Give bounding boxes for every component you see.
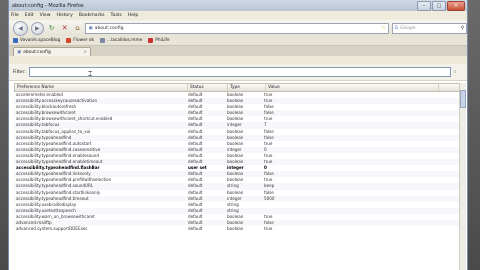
navigation-toolbar: ◀ ▶ ↻ ✕ ⌂ ▣ about:config ☆ G Google ⚲: [9, 20, 467, 36]
table-header: Preference Name Status Type Value: [14, 83, 466, 92]
menu-tools[interactable]: Tools: [111, 13, 122, 18]
browser-window: about:config - Mozilla Firefox – □ ✕ Fil…: [8, 0, 468, 270]
page-favicon-icon: ▣: [88, 25, 93, 31]
menu-edit[interactable]: Edit: [25, 13, 34, 18]
header-type[interactable]: Type: [228, 84, 266, 91]
bookmark-item[interactable]: PhiLife: [148, 38, 170, 43]
maximize-button[interactable]: □: [432, 0, 446, 11]
bookmark-label: ...lacalidos.mme: [107, 38, 143, 43]
header-preference-name[interactable]: Preference Name: [15, 84, 188, 91]
tab-strip: ▣ about:config ×: [9, 46, 467, 56]
bookmark-favicon-icon: [100, 38, 105, 43]
bookmark-favicon-icon: [66, 38, 72, 43]
minimize-button[interactable]: –: [417, 0, 431, 11]
pref-status-cell: default: [188, 226, 203, 232]
google-icon: G: [394, 25, 399, 31]
table-body: accelerometer.enabled default boolean true a…: [14, 92, 466, 232]
scrollbar-thumb[interactable]: [460, 90, 466, 108]
menu-help[interactable]: Help: [128, 13, 138, 18]
bookmark-item[interactable]: Flower ok: [66, 38, 94, 43]
bookmark-favicon-icon: [13, 38, 18, 43]
mouse-cursor-icon: ⌶: [88, 70, 93, 78]
pref-value-cell: true: [264, 226, 273, 232]
pref-type-cell: boolean: [227, 226, 244, 232]
address-text: about:config: [94, 25, 124, 31]
tab-favicon-icon: ▣: [17, 49, 22, 55]
title-bar: about:config - Mozilla Firefox – □ ✕: [9, 0, 467, 11]
back-button[interactable]: ◀: [13, 20, 28, 36]
bookmark-label: Vovanik.spaceBlog: [20, 38, 61, 43]
window-controls: – □ ✕: [417, 0, 465, 11]
menu-file[interactable]: File: [11, 13, 19, 18]
reload-icon[interactable]: ↻: [47, 23, 57, 33]
header-value[interactable]: Value: [266, 84, 439, 91]
desktop-background-right: [466, 0, 480, 270]
bookmark-favicon-icon: [148, 38, 154, 43]
preferences-table: Preference Name Status Type Value accelerom…: [14, 83, 466, 232]
window-title: about:config - Mozilla Firefox: [12, 2, 84, 9]
forward-button[interactable]: ▶: [30, 21, 44, 35]
menu-bar: File Edit View History Bookmarks Tools Help: [9, 11, 467, 20]
search-box[interactable]: G Google ⚲: [391, 22, 467, 34]
desktop-background-left: [0, 0, 8, 270]
pref-name-cell: advanced.system.supportDDEExec: [16, 226, 88, 232]
tab-close-icon[interactable]: ×: [83, 50, 87, 55]
menu-bookmarks[interactable]: Bookmarks: [79, 13, 105, 18]
tab-label: about:config: [23, 49, 51, 55]
bookmark-label: PhiLife: [155, 38, 170, 43]
filter-label: Filter:: [13, 69, 26, 75]
vertical-scrollbar[interactable]: [459, 83, 466, 270]
header-status[interactable]: Status: [188, 84, 228, 91]
menu-view[interactable]: View: [40, 13, 51, 18]
search-placeholder: Google: [400, 25, 416, 31]
menu-history[interactable]: History: [57, 13, 73, 18]
search-icon[interactable]: ⚲: [461, 26, 464, 31]
forward-arrow-icon: ▶: [35, 24, 40, 32]
table-row[interactable]: advanced.system.supportDDEExec default boo…: [14, 226, 466, 232]
tab-about-config[interactable]: ▣ about:config ×: [13, 47, 91, 56]
home-icon[interactable]: ⌂: [73, 23, 83, 33]
bookmarks-toolbar: Vovanik.spaceBlog Flower ok ...lacalidos.m…: [9, 36, 467, 46]
stop-icon[interactable]: ✕: [60, 23, 70, 33]
back-arrow-icon: ◀: [18, 24, 23, 32]
bookmark-item[interactable]: ...lacalidos.mme: [100, 38, 142, 43]
address-bar[interactable]: ▣ about:config ☆: [85, 22, 389, 34]
clear-filter-icon[interactable]: ⌕: [454, 69, 457, 75]
page-content: Filter: ⌕ Preference Name Status Type Value…: [9, 64, 467, 270]
close-window-button[interactable]: ✕: [447, 0, 465, 11]
bookmark-item[interactable]: Vovanik.spaceBlog: [13, 38, 60, 43]
bookmark-label: Flower ok: [73, 38, 94, 43]
filter-row: Filter: ⌕: [9, 64, 467, 81]
bookmark-star-icon[interactable]: ☆: [381, 25, 385, 31]
